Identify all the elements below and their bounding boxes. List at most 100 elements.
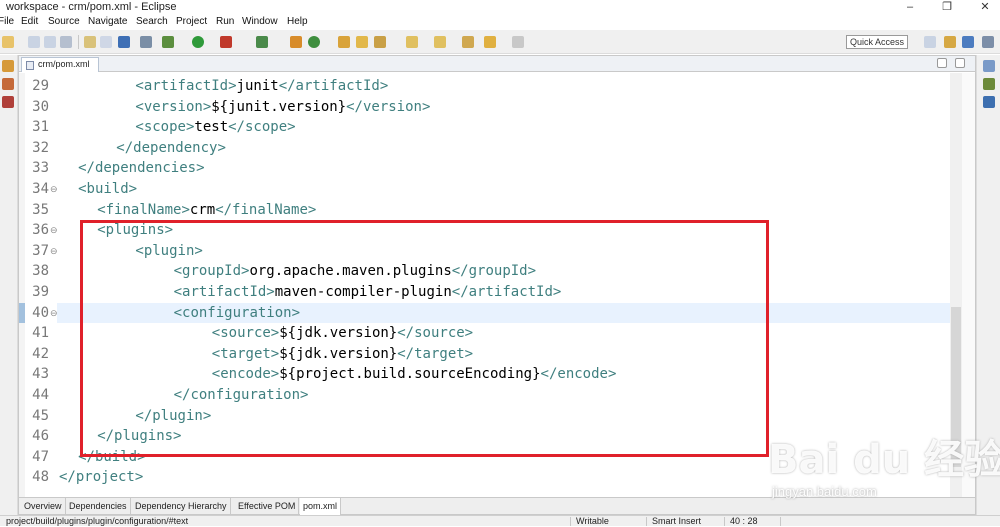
status-divider (780, 517, 781, 526)
tab-dependencies[interactable]: Dependencies (66, 498, 131, 515)
code-line[interactable]: </configuration> (174, 385, 309, 405)
menu-source[interactable]: Source (48, 15, 80, 29)
previous-annotation-icon[interactable] (434, 36, 446, 48)
annotation-ruler (19, 73, 25, 497)
menu-navigate[interactable]: Navigate (88, 15, 127, 29)
baidu-watermark: Bai du 经验 jingyan.baidu.com (768, 418, 1000, 508)
console-icon[interactable] (100, 36, 112, 48)
restore-button[interactable]: ❐ (937, 0, 957, 14)
junit-icon[interactable] (2, 96, 14, 108)
code-line[interactable]: <target>${jdk.version}</target> (212, 344, 473, 364)
status-divider (570, 517, 571, 526)
line-number: 41 (32, 325, 49, 342)
open-task-icon[interactable] (356, 36, 368, 48)
menu-edit[interactable]: Edit (21, 15, 38, 29)
problems-view-icon[interactable] (983, 96, 995, 108)
last-edit-icon[interactable] (462, 36, 474, 48)
run-icon[interactable] (192, 36, 204, 48)
fold-toggle-icon[interactable]: ⊖ (50, 179, 58, 199)
new-package-icon[interactable] (290, 36, 302, 48)
status-path: project/build/plugins/plugin/configurati… (6, 516, 189, 526)
search-icon[interactable] (374, 36, 386, 48)
code-line[interactable]: </project> (59, 467, 143, 487)
tab-overview[interactable]: Overview (21, 498, 66, 515)
code-line[interactable]: </plugins> (97, 426, 181, 446)
menu-help[interactable]: Help (287, 15, 308, 29)
fold-toggle-icon[interactable]: ⊖ (50, 220, 58, 240)
maximize-editor-icon[interactable] (955, 58, 965, 68)
code-line[interactable]: </build> (78, 447, 145, 467)
xml-text: junit (236, 78, 279, 94)
watermark-logo: Bai du 经验 (768, 437, 1000, 483)
code-line[interactable]: <encode>${project.build.sourceEncoding}<… (212, 364, 617, 384)
watermark-url: jingyan.baidu.com (772, 484, 877, 499)
xml-tag: <scope> (135, 119, 195, 136)
code-line[interactable]: <configuration> (174, 303, 300, 323)
xml-tag: </dependency> (116, 139, 226, 156)
code-line[interactable]: </dependency> (116, 138, 226, 158)
xml-tag: </artifactId> (451, 284, 562, 300)
outline-view-icon[interactable] (983, 60, 995, 72)
code-line[interactable]: <artifactId>maven-compiler-plugin</artif… (174, 282, 562, 302)
menu-project[interactable]: Project (176, 15, 207, 29)
code-line[interactable]: <plugin> (135, 241, 202, 261)
line-number: 38 (32, 263, 49, 280)
xml-tag: </source> (397, 325, 474, 342)
xml-tag: <plugin> (135, 242, 203, 259)
new-class-icon[interactable] (308, 36, 320, 48)
debug-perspective-icon[interactable] (982, 36, 994, 48)
fold-toggle-icon[interactable]: ⊖ (50, 303, 58, 323)
debug-icon[interactable] (162, 36, 174, 48)
forward-icon[interactable] (512, 36, 524, 48)
print-icon[interactable] (60, 36, 72, 48)
code-line[interactable]: <finalName>crm</finalName> (97, 200, 316, 220)
quick-access-input[interactable]: Quick Access (846, 35, 908, 49)
code-line[interactable]: <version>${junit.version}</version> (135, 97, 430, 117)
line-number: 46 (32, 428, 49, 445)
xml-tag: <artifactId> (173, 284, 275, 300)
terminal-icon[interactable] (118, 36, 130, 48)
type-hierarchy-icon[interactable] (2, 78, 14, 90)
java-ee-perspective-icon[interactable] (944, 36, 956, 48)
fold-toggle-icon[interactable]: ⊖ (50, 241, 58, 261)
menu-file[interactable]: File (0, 15, 14, 29)
save-all-icon[interactable] (44, 36, 56, 48)
code-line[interactable]: <plugins> (97, 220, 173, 240)
open-perspective-icon[interactable] (924, 36, 936, 48)
task-list-icon[interactable] (983, 78, 995, 90)
package-explorer-icon[interactable] (2, 60, 14, 72)
code-line[interactable]: <scope>test</scope> (135, 117, 295, 137)
xml-tag: </build> (78, 448, 146, 465)
status-cursor-position: 40 : 28 (730, 516, 758, 526)
minimize-button[interactable]: – (900, 0, 920, 14)
editor-tab-pom[interactable]: crm/pom.xml (21, 57, 99, 72)
tab-dependency-hierarchy[interactable]: Dependency Hierarchy (132, 498, 231, 515)
back-icon[interactable] (484, 36, 496, 48)
editor-tab-bar: crm/pom.xml (19, 56, 975, 72)
outline-icon[interactable] (84, 36, 96, 48)
code-line[interactable]: </plugin> (135, 406, 211, 426)
code-line[interactable]: <artifactId>junit</artifactId> (135, 76, 388, 96)
java-perspective-icon[interactable] (962, 36, 974, 48)
new-java-project-icon[interactable] (256, 36, 268, 48)
external-tools-icon[interactable] (220, 36, 232, 48)
menu-search[interactable]: Search (136, 15, 168, 29)
open-type-icon[interactable] (338, 36, 350, 48)
menu-window[interactable]: Window (242, 15, 278, 29)
skip-breakpoints-icon[interactable] (140, 36, 152, 48)
xml-tag: </target> (397, 345, 474, 362)
xml-text: ${project.build.sourceEncoding} (279, 366, 541, 383)
tab-effective-pom[interactable]: Effective POM (235, 498, 300, 515)
code-line[interactable]: <source>${jdk.version}</source> (212, 323, 473, 343)
code-line[interactable]: <build> (78, 179, 137, 199)
menu-run[interactable]: Run (216, 15, 234, 29)
code-line[interactable]: </dependencies> (78, 158, 204, 178)
code-line[interactable]: <groupId>org.apache.maven.plugins</group… (174, 261, 536, 281)
new-icon[interactable] (2, 36, 14, 48)
line-number: 37 (32, 242, 49, 259)
minimize-editor-icon[interactable] (937, 58, 947, 68)
close-button[interactable]: ✕ (975, 0, 995, 14)
next-annotation-icon[interactable] (406, 36, 418, 48)
save-icon[interactable] (28, 36, 40, 48)
tab-pom-xml[interactable]: pom.xml (300, 498, 342, 515)
